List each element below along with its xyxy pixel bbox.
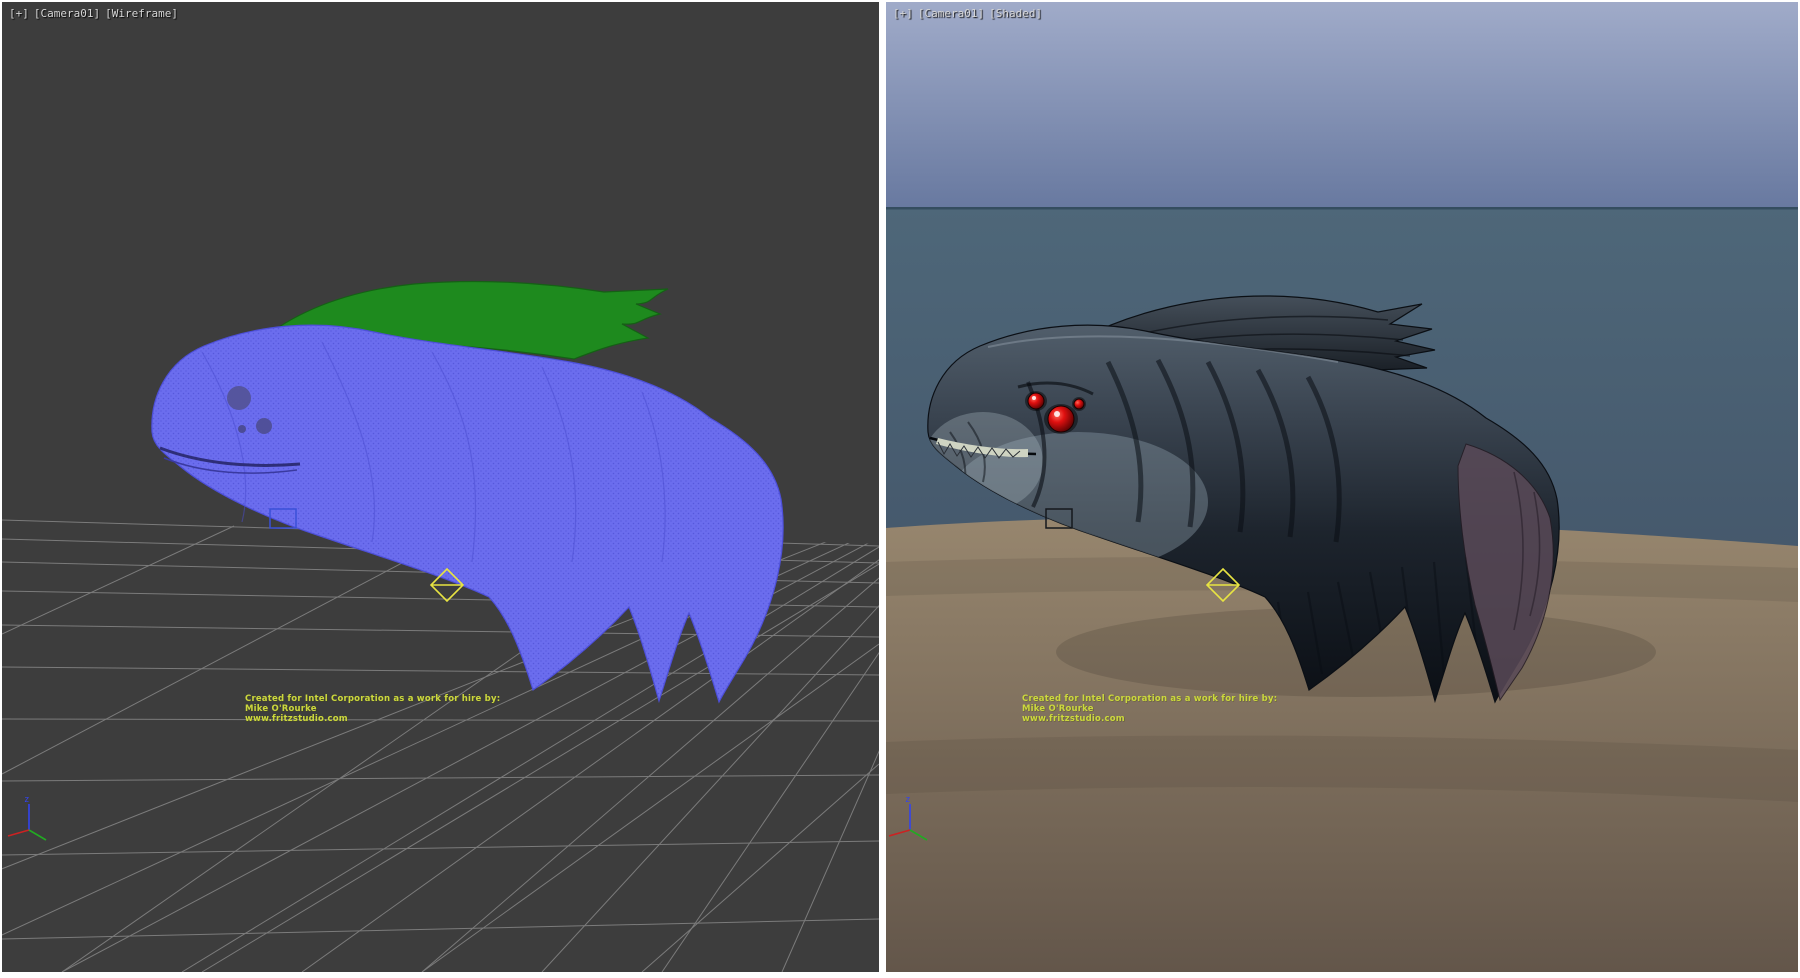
axis-z-label: z [24,795,29,805]
watermark-line: Created for Intel Corporation as a work … [245,694,500,704]
viewport-wireframe-canvas[interactable]: z [2,2,879,972]
watermark-line: www.fritzstudio.com [1022,714,1277,724]
viewport-menu-expand[interactable]: [+] [893,7,913,20]
viewport-menu-camera[interactable]: [Camera01] [34,7,100,20]
watermark-text: Created for Intel Corporation as a work … [245,694,500,724]
viewport-split-layout: z [+] [Camera01] [Wireframe] Created for… [0,0,1800,978]
viewport-wireframe[interactable]: z [+] [Camera01] [Wireframe] Created for… [2,2,879,972]
watermark-line: Created for Intel Corporation as a work … [1022,694,1277,704]
watermark-line: Mike O'Rourke [1022,704,1277,714]
viewport-menu-shading[interactable]: [Shaded] [989,7,1042,20]
viewport-menu-camera[interactable]: [Camera01] [918,7,984,20]
viewport-label-shaded: [+] [Camera01] [Shaded] [893,7,1042,20]
sky [886,2,1798,212]
axis-z-label: z [905,795,910,805]
viewport-shaded[interactable]: z [+] [Camera01] [Shaded] Created for In… [886,2,1798,972]
watermark-text: Created for Intel Corporation as a work … [1022,694,1277,724]
watermark-line: www.fritzstudio.com [245,714,500,724]
viewport-shaded-canvas[interactable]: z [886,2,1798,972]
horizon-line [886,207,1798,210]
watermark-line: Mike O'Rourke [245,704,500,714]
viewport-menu-expand[interactable]: [+] [9,7,29,20]
viewport-label-wireframe: [+] [Camera01] [Wireframe] [9,7,178,20]
viewport-menu-shading[interactable]: [Wireframe] [105,7,178,20]
